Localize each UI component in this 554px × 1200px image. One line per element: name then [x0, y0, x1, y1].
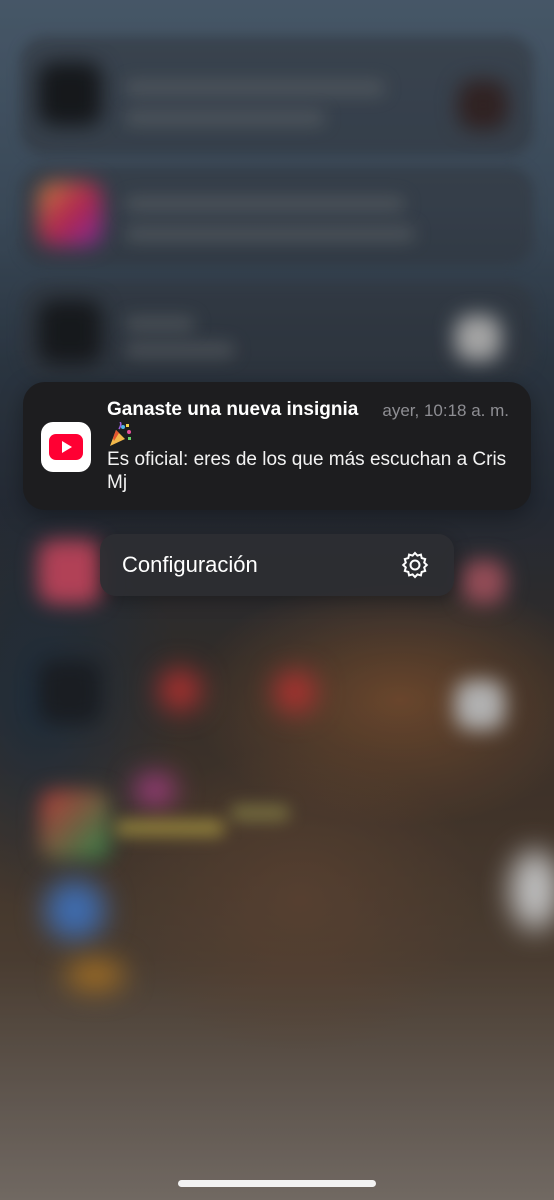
- settings-menu-label: Configuración: [122, 552, 258, 577]
- notification-context-menu: Configuración: [100, 534, 454, 596]
- notification-time: ayer, 10:18 a. m.: [382, 401, 509, 420]
- settings-menu-item[interactable]: Configuración: [100, 534, 454, 596]
- home-indicator[interactable]: [178, 1180, 376, 1187]
- youtube-music-icon: [41, 422, 91, 472]
- gear-icon: [400, 550, 430, 580]
- lock-screen: Ganaste una nueva insignia ayer, 10:18 a…: [0, 0, 554, 1200]
- notification-body: Es oficial: eres de los que más escuchan…: [107, 449, 507, 493]
- notification-title: Ganaste una nueva insignia: [107, 399, 359, 420]
- notification-card[interactable]: Ganaste una nueva insignia ayer, 10:18 a…: [23, 382, 531, 510]
